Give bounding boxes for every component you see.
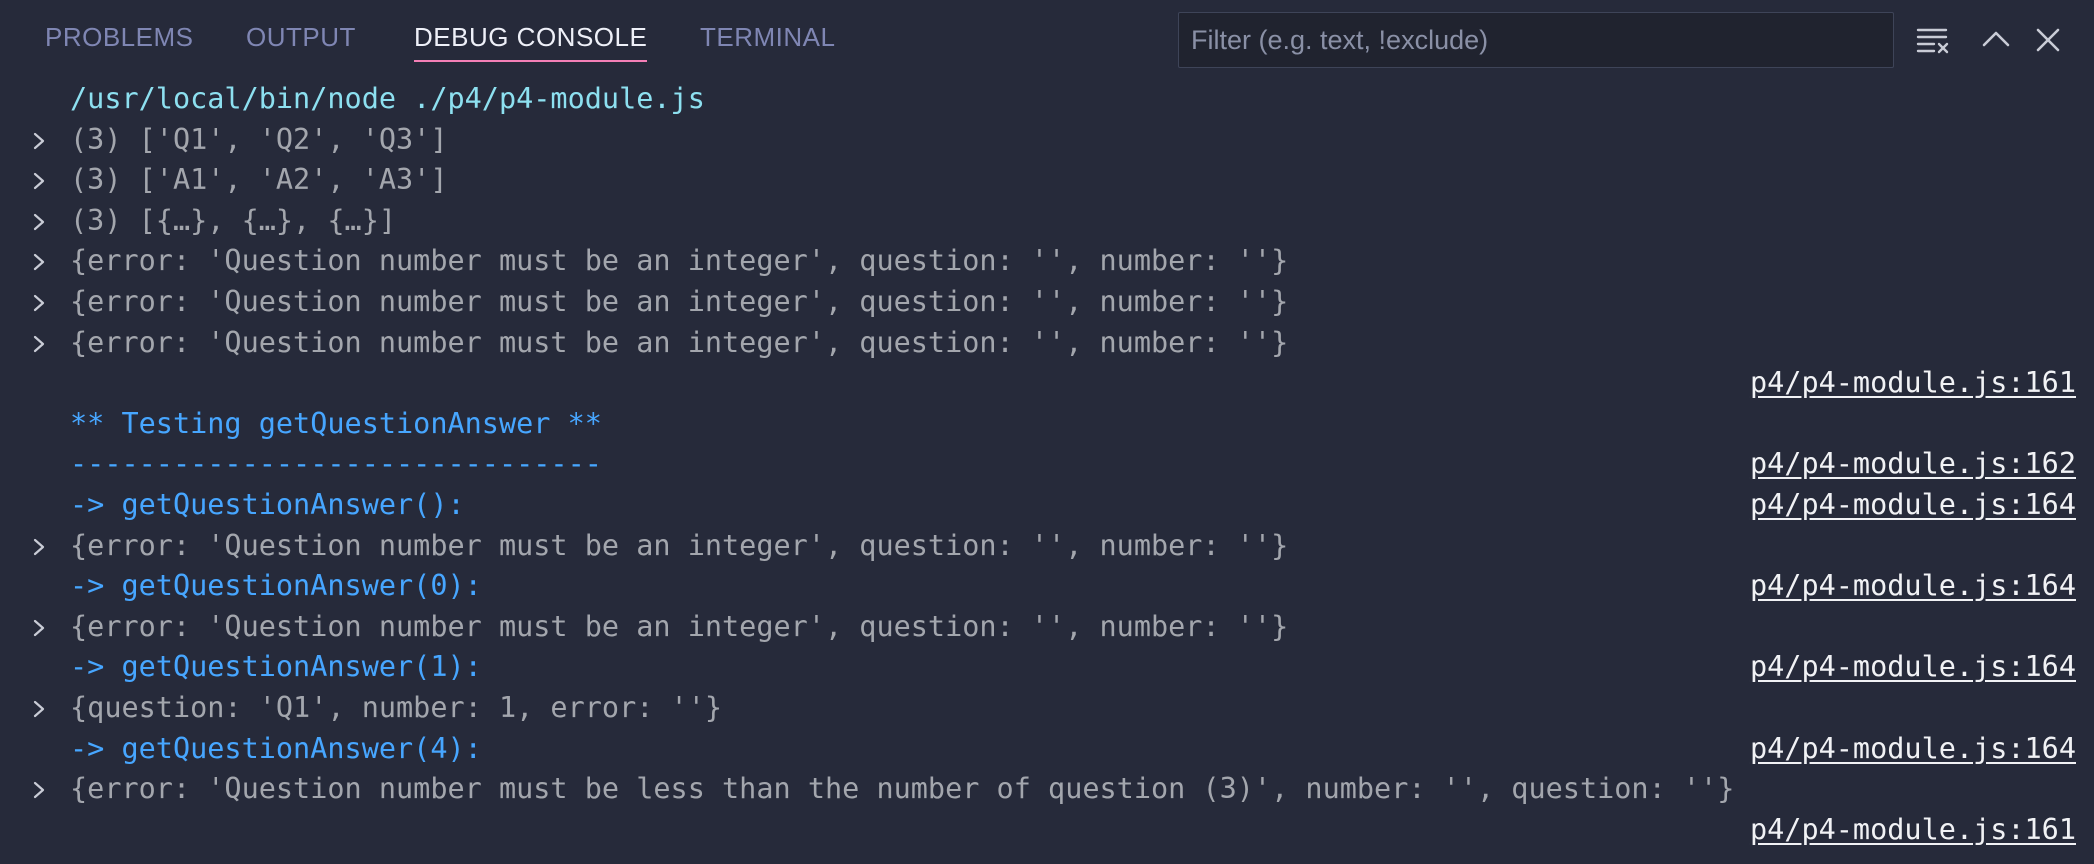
panel-tab-bar: PROBLEMS OUTPUT DEBUG CONSOLE TERMINAL <box>0 0 2094 82</box>
console-line[interactable]: (3) ['A1', 'A2', 'A3'] <box>0 160 2094 201</box>
console-line[interactable]: {error: 'Question number must be less th… <box>0 769 2094 810</box>
console-line[interactable]: {error: 'Question number must be an inte… <box>0 241 2094 282</box>
chevron-right-icon[interactable] <box>30 172 48 190</box>
chevron-right-icon[interactable] <box>30 132 48 150</box>
maximize-panel-button[interactable] <box>1976 20 2016 60</box>
console-line-text: (3) [{…}, {…}, {…}] <box>70 203 397 237</box>
console-line-text: {error: 'Question number must be an inte… <box>70 609 1289 643</box>
console-line: -> getQuestionAnswer(): p4/p4-module.js:1… <box>0 485 2094 526</box>
console-line: -> getQuestionAnswer(1): p4/p4-module.js:… <box>0 647 2094 688</box>
source-location-link[interactable]: p4/p4-module.js:161 <box>1750 363 2076 404</box>
clear-console-button[interactable] <box>1914 20 1954 60</box>
console-line: p4/p4-module.js:161 <box>0 810 2094 851</box>
console-line-text: {error: 'Question number must be an inte… <box>70 325 1289 359</box>
source-location-link[interactable]: p4/p4-module.js:164 <box>1750 729 2076 770</box>
console-line-text: (3) ['A1', 'A2', 'A3'] <box>70 163 448 197</box>
console-line[interactable]: (3) ['Q1', 'Q2', 'Q3'] <box>0 120 2094 161</box>
source-location-link[interactable]: p4/p4-module.js:164 <box>1750 566 2076 607</box>
chevron-up-icon <box>1982 31 2010 47</box>
tab-output[interactable]: OUTPUT <box>246 22 356 53</box>
filter-input[interactable] <box>1178 12 1894 68</box>
console-line-text: -> getQuestionAnswer(0): <box>70 569 482 603</box>
console-line: /usr/local/bin/node ./p4/p4-module.js <box>0 79 2094 120</box>
console-line-text: {question: 'Q1', number: 1, error: ''} <box>70 690 723 724</box>
chevron-right-icon[interactable] <box>30 335 48 353</box>
console-line: p4/p4-module.js:161 <box>0 363 2094 404</box>
console-line-text: -> getQuestionAnswer(): <box>70 487 465 521</box>
console-line-text: (3) ['Q1', 'Q2', 'Q3'] <box>70 122 448 156</box>
chevron-right-icon[interactable] <box>30 253 48 271</box>
tab-debug-console[interactable]: DEBUG CONSOLE <box>414 22 648 62</box>
console-line[interactable]: {error: 'Question number must be an inte… <box>0 282 2094 323</box>
console-line-text: /usr/local/bin/node ./p4/p4-module.js <box>70 82 705 115</box>
source-location-link[interactable]: p4/p4-module.js:161 <box>1750 810 2076 851</box>
chevron-right-icon[interactable] <box>30 781 48 799</box>
console-line: -> getQuestionAnswer(4): p4/p4-module.js:… <box>0 729 2094 770</box>
console-line-text: -> getQuestionAnswer(1): <box>70 650 482 684</box>
source-location-link[interactable]: p4/p4-module.js:164 <box>1750 647 2076 688</box>
chevron-right-icon[interactable] <box>30 700 48 718</box>
chevron-right-icon[interactable] <box>30 538 48 556</box>
console-line-text: {error: 'Question number must be an inte… <box>70 244 1289 278</box>
console-line-text: ** Testing getQuestionAnswer ** <box>70 406 602 440</box>
close-panel-button[interactable] <box>2028 20 2068 60</box>
console-line[interactable]: {error: 'Question number must be an inte… <box>0 323 2094 364</box>
chevron-right-icon[interactable] <box>30 213 48 231</box>
console-line: -> getQuestionAnswer(0): p4/p4-module.js:… <box>0 566 2094 607</box>
source-location-link[interactable]: p4/p4-module.js:162 <box>1750 444 2076 485</box>
chevron-right-icon[interactable] <box>30 294 48 312</box>
console-line-text: -> getQuestionAnswer(4): <box>70 731 482 765</box>
tab-problems[interactable]: PROBLEMS <box>45 22 194 53</box>
debug-console-output: /usr/local/bin/node ./p4/p4-module.js (3)… <box>0 79 2094 850</box>
tab-terminal[interactable]: TERMINAL <box>700 22 835 53</box>
console-line: ------------------------------- p4/p4-mod… <box>0 444 2094 485</box>
console-line-text: {error: 'Question number must be an inte… <box>70 528 1289 562</box>
console-line-text: {error: 'Question number must be less th… <box>70 772 1735 806</box>
console-line-text: ------------------------------- <box>70 447 602 481</box>
console-line[interactable]: {error: 'Question number must be an inte… <box>0 526 2094 567</box>
clear-all-icon <box>1916 28 1949 54</box>
console-line[interactable]: (3) [{…}, {…}, {…}] <box>0 201 2094 242</box>
console-line[interactable]: {error: 'Question number must be an inte… <box>0 607 2094 648</box>
source-location-link[interactable]: p4/p4-module.js:164 <box>1750 485 2076 526</box>
console-line: ** Testing getQuestionAnswer ** <box>0 404 2094 445</box>
chevron-right-icon[interactable] <box>30 619 48 637</box>
close-icon <box>2036 28 2060 52</box>
console-line[interactable]: {question: 'Q1', number: 1, error: ''} <box>0 688 2094 729</box>
console-line-text: {error: 'Question number must be an inte… <box>70 284 1289 318</box>
